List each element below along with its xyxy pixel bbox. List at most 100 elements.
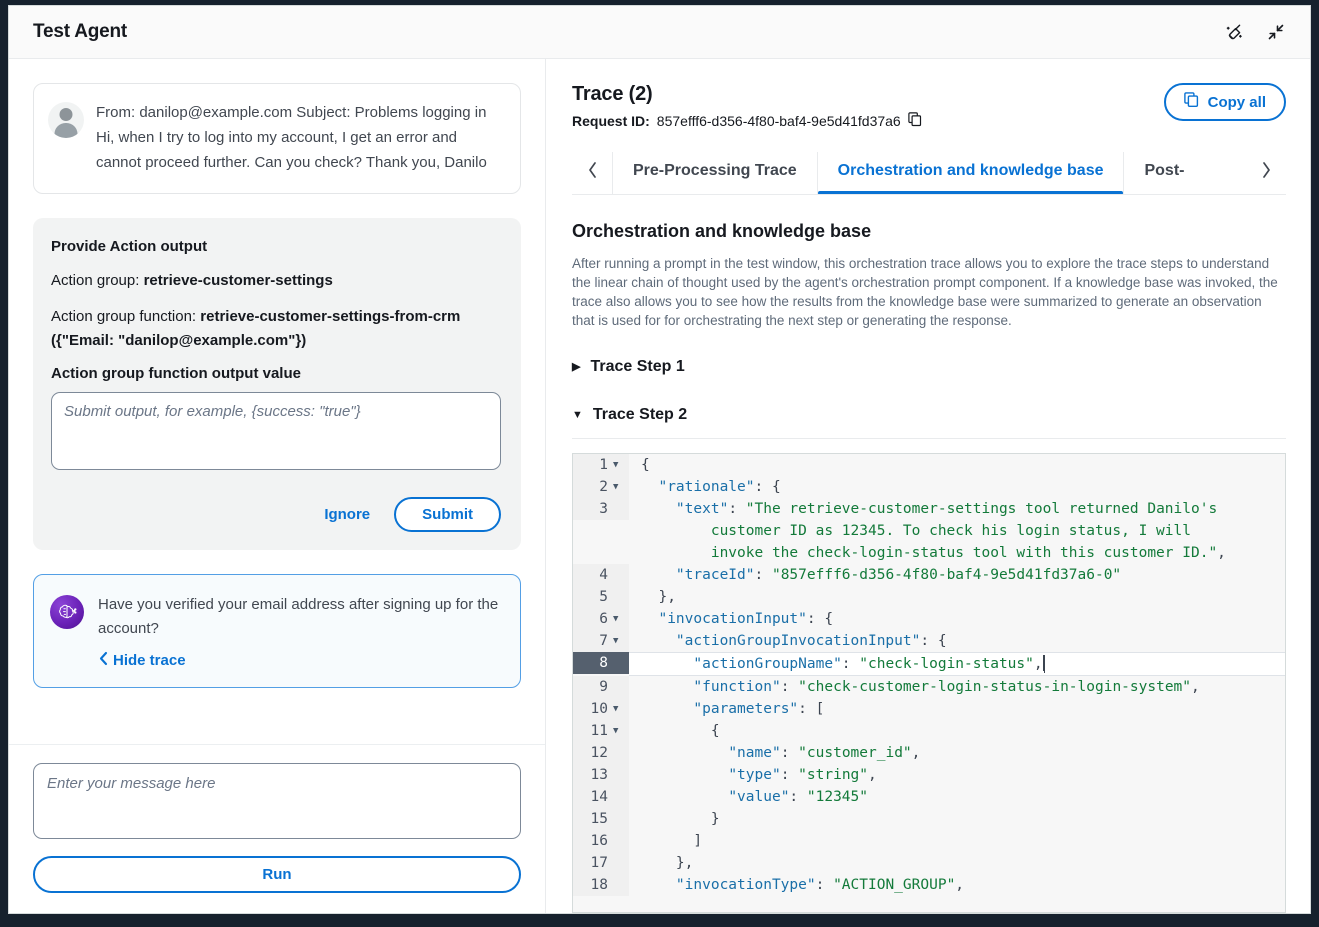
code-line[interactable]: 8 "actionGroupName": "check-login-status… xyxy=(573,652,1285,676)
section-description: After running a prompt in the test windo… xyxy=(572,256,1278,328)
trace-step-1-header[interactable]: ▶ Trace Step 1 xyxy=(572,354,1286,380)
trace-code-viewer[interactable]: 1 ▼{2 ▼ "rationale": {3 "text": "The retri… xyxy=(572,453,1286,913)
hide-trace-button[interactable]: Hide trace xyxy=(98,651,186,670)
avatar-body xyxy=(54,123,78,138)
code-line-text: "traceId": "857efff6-d356-4f80-baf4-9e5d… xyxy=(641,567,1122,583)
message-composer: Run xyxy=(9,744,545,913)
code-line-text: "actionGroupName": "check-login-status", xyxy=(629,652,1285,676)
trace-pane: Trace (2) Request ID: 857efff6-d356-4f80… xyxy=(546,59,1310,913)
code-line-number: 7 ▼ xyxy=(573,630,629,652)
page-title: Test Agent xyxy=(33,21,128,42)
code-line-text: { xyxy=(641,457,650,473)
tabs-scroll-left-button[interactable] xyxy=(572,152,612,194)
code-line[interactable]: 17 }, xyxy=(573,852,1285,874)
code-line[interactable]: 3 "text": "The retrieve-customer-setting… xyxy=(573,498,1285,564)
code-line-number: 18 xyxy=(573,874,629,896)
code-line[interactable]: 9 "function": "check-customer-login-stat… xyxy=(573,676,1285,698)
collapse-icon[interactable] xyxy=(1264,20,1288,44)
code-line-number: 17 xyxy=(573,852,629,874)
step-divider xyxy=(572,438,1286,439)
copy-all-icon xyxy=(1183,92,1199,112)
trace-step-2-header[interactable]: ▼ Trace Step 2 xyxy=(572,402,1286,428)
fold-toggle-icon[interactable]: ▼ xyxy=(613,454,623,476)
code-line-text: { xyxy=(641,723,720,739)
window-title-bar: Test Agent xyxy=(9,6,1310,59)
code-line-number: 8 xyxy=(573,652,629,674)
trace-step-1-label: Trace Step 1 xyxy=(590,358,685,375)
code-line[interactable]: 5 }, xyxy=(573,586,1285,608)
code-line[interactable]: 12 "name": "customer_id", xyxy=(573,742,1285,764)
fold-toggle-icon[interactable]: ▼ xyxy=(613,608,623,630)
action-group-line: Action group: retrieve-customer-settings xyxy=(51,269,501,293)
text-cursor xyxy=(1042,655,1044,671)
code-line-number: 1 ▼ xyxy=(573,454,629,476)
agent-message-body: Have you verified your email address aft… xyxy=(98,593,502,671)
agent-message-text: Have you verified your email address aft… xyxy=(98,596,499,637)
code-line-number: 9 xyxy=(573,676,629,698)
action-output-textarea[interactable] xyxy=(51,392,501,470)
trace-steps: ▶ Trace Step 1 ▼ Trace Step 2 xyxy=(572,354,1286,439)
code-line[interactable]: 15 } xyxy=(573,808,1285,830)
copy-icon[interactable] xyxy=(908,112,922,130)
code-line[interactable]: 11 ▼ { xyxy=(573,720,1285,742)
code-line[interactable]: 13 "type": "string", xyxy=(573,764,1285,786)
code-line-number: 16 xyxy=(573,830,629,852)
code-line-number: 3 xyxy=(573,498,629,520)
tab-orchestration-and-knowledge-base[interactable]: Orchestration and knowledge base xyxy=(816,152,1124,194)
code-line[interactable]: 18 "invocationType": "ACTION_GROUP", xyxy=(573,874,1285,896)
code-line-number: 6 ▼ xyxy=(573,608,629,630)
provide-action-output-card: Provide Action output Action group: retr… xyxy=(33,218,521,550)
code-line[interactable]: 2 ▼ "rationale": { xyxy=(573,476,1285,498)
code-line-text: "rationale": { xyxy=(641,479,781,495)
trace-header-text: Trace (2) Request ID: 857efff6-d356-4f80… xyxy=(572,83,1164,130)
tab-pre-processing-trace[interactable]: Pre-Processing Trace xyxy=(612,152,817,194)
window-body: From: danilop@example.com Subject: Probl… xyxy=(9,59,1310,913)
code-line[interactable]: 4 "traceId": "857efff6-d356-4f80-baf4-9e… xyxy=(573,564,1285,586)
code-line[interactable]: 1 ▼ { xyxy=(573,454,1285,476)
fold-toggle-icon[interactable]: ▼ xyxy=(613,476,623,498)
message-input[interactable] xyxy=(33,763,521,839)
request-id-value: 857efff6-d356-4f80-baf4-9e5d41fd37a6 xyxy=(656,113,901,129)
code-line-text: "actionGroupInvocationInput": { xyxy=(641,633,947,649)
code-line[interactable]: 6 ▼ "invocationInput": { xyxy=(573,608,1285,630)
chevron-left-icon xyxy=(98,651,109,670)
code-line-text: "text": "The retrieve-customer-settings … xyxy=(641,501,1226,561)
conversation-scroll-area[interactable]: From: danilop@example.com Subject: Probl… xyxy=(9,59,545,744)
code-line[interactable]: 7 ▼ "actionGroupInvocationInput": { xyxy=(573,630,1285,652)
code-line-text: "name": "customer_id", xyxy=(641,745,921,761)
code-line[interactable]: 16 ] xyxy=(573,830,1285,852)
run-button[interactable]: Run xyxy=(33,856,521,893)
section-title: Orchestration and knowledge base xyxy=(572,221,872,241)
action-card-buttons: Ignore Submit xyxy=(51,497,501,532)
code-line[interactable]: 14 "value": "12345" xyxy=(573,786,1285,808)
code-line-text: "type": "string", xyxy=(641,767,877,783)
request-id-label: Request ID: xyxy=(572,113,650,129)
user-message-card: From: danilop@example.com Subject: Probl… xyxy=(33,83,521,194)
agent-brain-icon xyxy=(50,595,84,629)
hide-trace-label: Hide trace xyxy=(113,652,186,669)
code-line-text: "value": "12345" xyxy=(641,789,868,805)
fold-toggle-icon[interactable]: ▼ xyxy=(613,720,623,742)
code-line-text: "invocationType": "ACTION_GROUP", xyxy=(641,877,965,893)
broom-clear-icon[interactable] xyxy=(1222,20,1246,44)
copy-all-button[interactable]: Copy all xyxy=(1163,83,1286,121)
tab-post-processing-trace[interactable]: Post- xyxy=(1123,152,1204,194)
trace-step-2-label: Trace Step 2 xyxy=(592,406,688,423)
ignore-button[interactable]: Ignore xyxy=(324,506,370,523)
test-agent-window: Test Agent From: danilop@example.com Sub… xyxy=(8,5,1311,914)
action-output-title: Provide Action output xyxy=(51,238,208,255)
title-bar-actions xyxy=(1222,20,1288,44)
code-line-text: "function": "check-customer-login-status… xyxy=(641,679,1200,695)
trace-header: Trace (2) Request ID: 857efff6-d356-4f80… xyxy=(572,83,1286,130)
action-group-value: retrieve-customer-settings xyxy=(143,272,333,289)
fold-toggle-icon[interactable]: ▼ xyxy=(613,698,623,720)
tabs-scroll-right-button[interactable] xyxy=(1246,152,1286,194)
code-line-number: 2 ▼ xyxy=(573,476,629,498)
submit-button[interactable]: Submit xyxy=(394,497,501,532)
code-line-text: ] xyxy=(641,833,703,849)
fold-toggle-icon[interactable]: ▼ xyxy=(613,630,623,652)
output-value-label: Action group function output value xyxy=(51,365,301,382)
code-line-number: 5 xyxy=(573,586,629,608)
code-line[interactable]: 10 ▼ "parameters": [ xyxy=(573,698,1285,720)
code-line-text: "parameters": [ xyxy=(641,701,825,717)
